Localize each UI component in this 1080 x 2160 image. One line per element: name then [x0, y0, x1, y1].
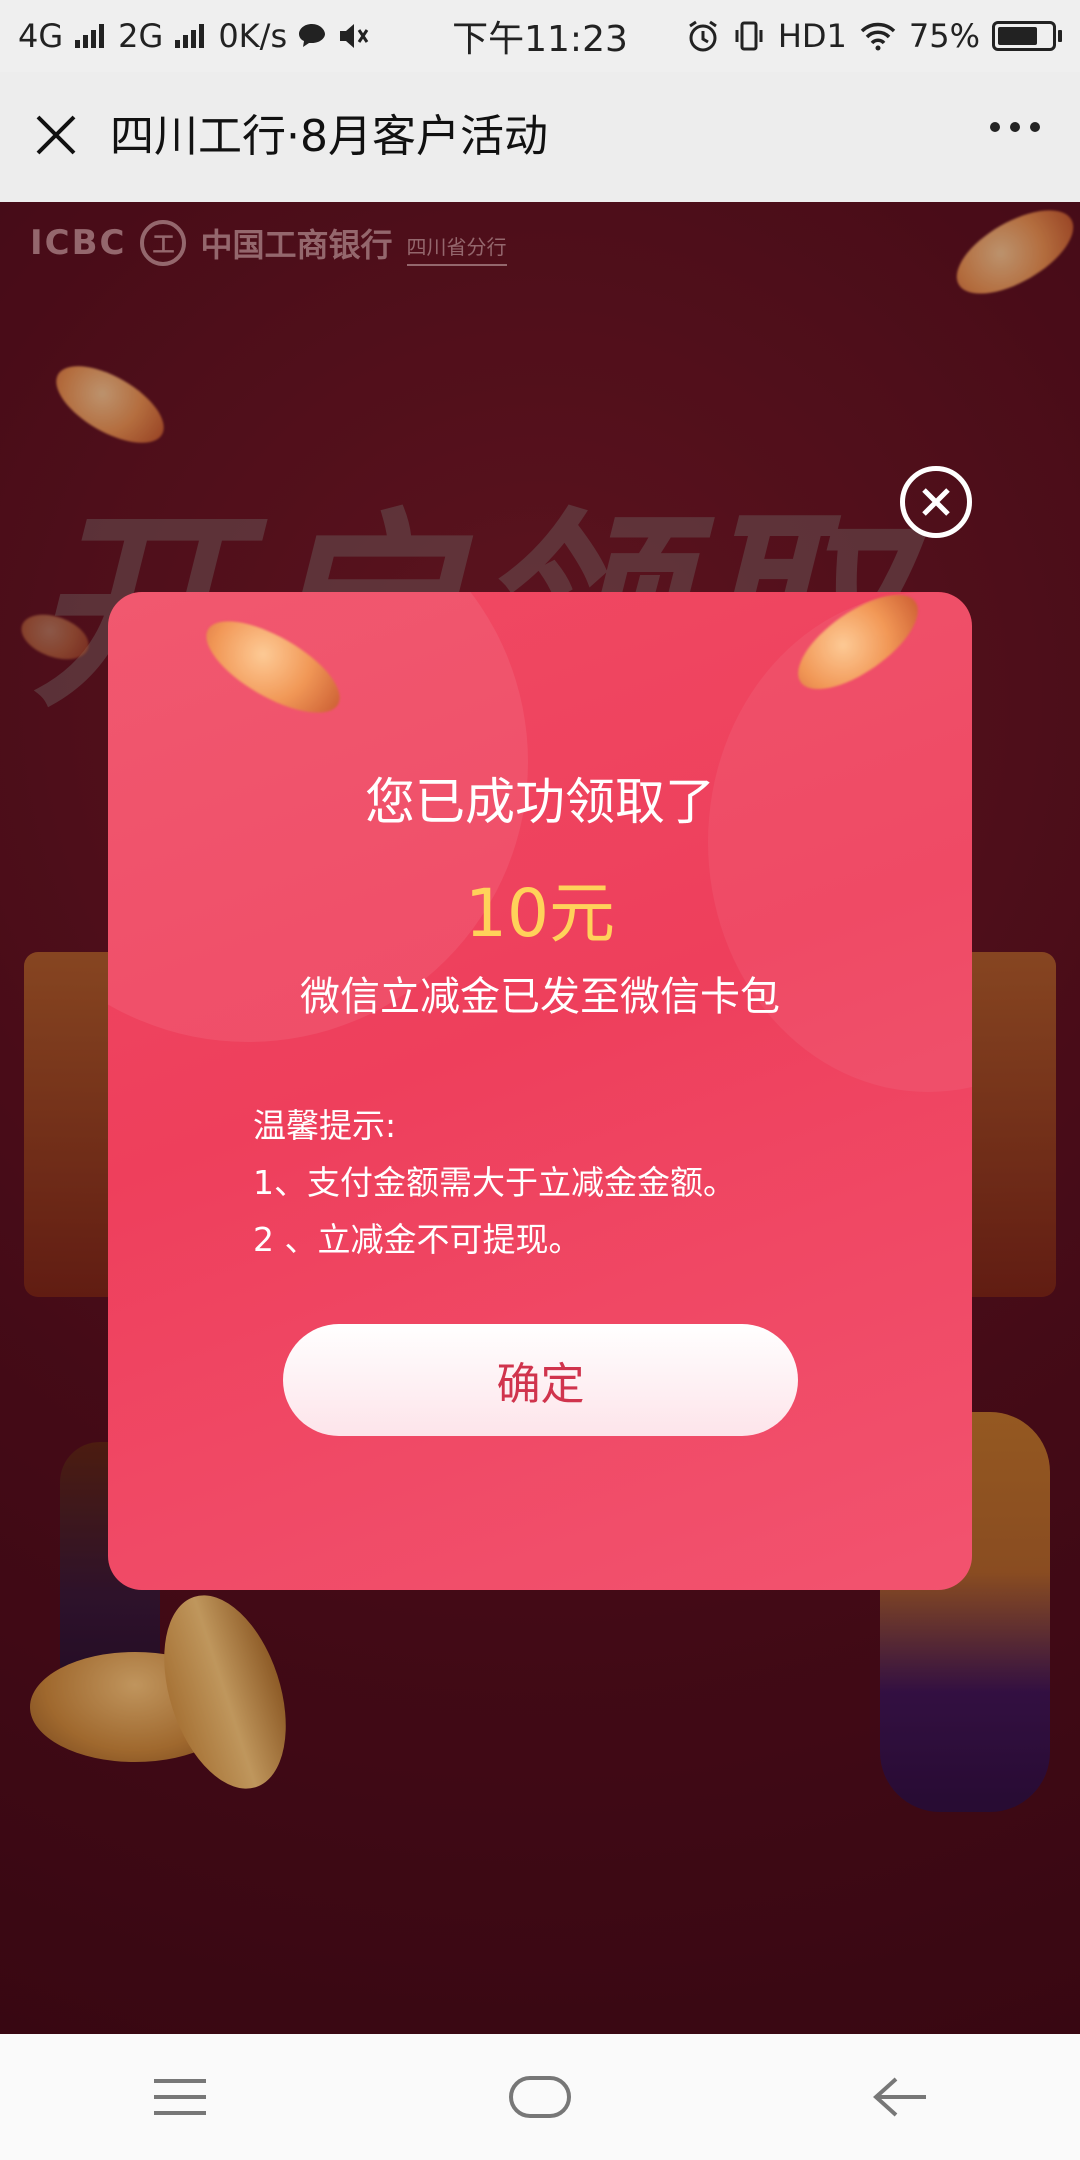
- hd-label: HD1: [777, 17, 847, 55]
- network-speed: 0K/s: [218, 17, 288, 55]
- close-icon[interactable]: [30, 109, 82, 161]
- page-title: 四川工行·8月客户活动: [110, 111, 548, 162]
- chat-bubble-icon: [299, 24, 326, 47]
- status-bar: 4G 2G 0K/s 下午11:23 HD1 75%: [0, 0, 1080, 72]
- reward-dialog: 您已成功领取了 10元 微信立减金已发至微信卡包 温馨提示: 1、支付金额需大于…: [108, 592, 972, 1590]
- alarm-icon: [688, 20, 717, 52]
- status-time: 下午11:23: [452, 19, 628, 60]
- signal-icon: [75, 24, 105, 48]
- battery-icon: [992, 21, 1062, 51]
- nav-home-button[interactable]: [480, 2057, 600, 2137]
- tips-block: 温馨提示: 1、支付金额需大于立减金金额。 2 、立减金不可提现。: [253, 1097, 736, 1268]
- system-nav-bar: [0, 2034, 1080, 2160]
- more-dots-icon[interactable]: [990, 122, 1040, 132]
- dialog-title: 您已成功领取了: [365, 773, 715, 831]
- network-label-2: 2G: [118, 17, 164, 55]
- tip-item: 2 、立减金不可提现。: [253, 1220, 582, 1259]
- back-icon: [873, 2077, 926, 2117]
- mute-icon: [340, 24, 369, 48]
- battery-percent: 75%: [908, 17, 980, 55]
- vibrate-icon: [735, 21, 763, 51]
- network-label-1: 4G: [18, 17, 64, 55]
- tip-item: 1、支付金额需大于立减金金额。: [253, 1163, 736, 1202]
- wifi-icon: [860, 22, 896, 51]
- nav-back-button[interactable]: [840, 2057, 960, 2137]
- nav-menu-button[interactable]: [120, 2057, 240, 2137]
- signal-icon-2: [175, 24, 205, 48]
- home-icon: [509, 2076, 571, 2118]
- menu-icon: [154, 2079, 206, 2115]
- confirm-button[interactable]: 确定: [283, 1324, 798, 1436]
- status-left: 4G 2G 0K/s: [18, 17, 438, 55]
- modal-close-button[interactable]: [900, 466, 972, 538]
- reward-amount: 10元: [465, 875, 615, 952]
- tips-heading: 温馨提示:: [253, 1106, 397, 1145]
- title-bar: 四川工行·8月客户活动: [0, 72, 1080, 202]
- dialog-subtitle: 微信立减金已发至微信卡包: [300, 974, 780, 1020]
- close-icon: [922, 488, 950, 516]
- status-right: HD1 75%: [642, 17, 1062, 55]
